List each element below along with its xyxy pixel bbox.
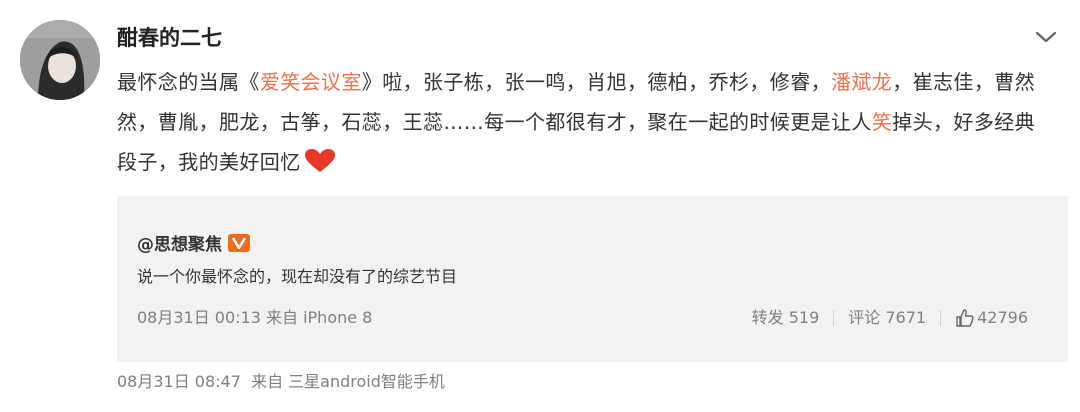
verified-badge-icon bbox=[228, 233, 250, 252]
quoted-stats: 转发 519 评论 7671 42796 bbox=[752, 307, 1028, 329]
post-footer: 08月31日 08:47 来自 三星android智能手机 bbox=[117, 371, 445, 393]
quoted-author[interactable]: @思想聚焦 bbox=[137, 230, 250, 255]
post-text: 最怀念的当属《爱笑会议室》啦，张子栋，张一鸣，肖旭，德柏，乔杉，修睿，潘斌龙，崔… bbox=[117, 62, 1037, 182]
like-count: 42796 bbox=[977, 308, 1028, 327]
post-timestamp[interactable]: 08月31日 08:47 bbox=[117, 372, 241, 391]
thumbs-up-icon bbox=[956, 309, 974, 327]
mention-link-panbinlong[interactable]: 潘斌龙 bbox=[831, 70, 892, 94]
chevron-down-icon[interactable] bbox=[1034, 28, 1058, 46]
divider bbox=[833, 310, 835, 326]
repost-count[interactable]: 转发 519 bbox=[752, 307, 820, 329]
post-text-part: 最怀念的当属《 bbox=[117, 70, 260, 94]
quoted-meta: 08月31日 00:13 来自 iPhone 8 bbox=[137, 308, 373, 327]
divider bbox=[940, 310, 942, 326]
post-username[interactable]: 酣春的二七 bbox=[117, 24, 222, 52]
heart-icon bbox=[304, 149, 335, 172]
avatar[interactable] bbox=[20, 20, 100, 100]
post-text-part: 》啦，张子栋，张一鸣，肖旭，德柏，乔杉，修睿， bbox=[361, 70, 832, 94]
post-source: 来自 三星android智能手机 bbox=[251, 372, 445, 391]
comment-count[interactable]: 评论 7671 bbox=[848, 307, 926, 329]
quoted-text: 说一个你最怀念的，现在却没有了的综艺节目 bbox=[137, 267, 458, 286]
topic-link-aixiao[interactable]: 爱笑会议室 bbox=[260, 70, 362, 94]
quoted-author-name[interactable]: @思想聚焦 bbox=[137, 230, 222, 255]
quoted-post[interactable]: @思想聚焦 说一个你最怀念的，现在却没有了的综艺节目 08月31日 00:13 … bbox=[117, 196, 1068, 362]
like-button[interactable]: 42796 bbox=[955, 307, 1028, 329]
link-xiao[interactable]: 笑 bbox=[872, 110, 892, 134]
